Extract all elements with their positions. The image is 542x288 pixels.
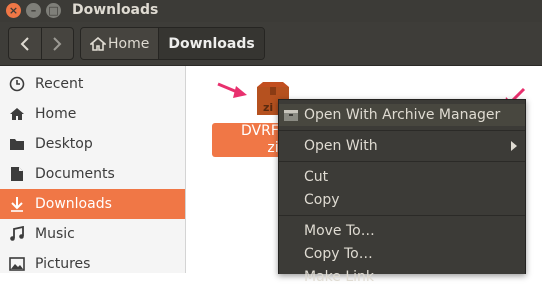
menu-item-label: Make Link: [304, 269, 374, 285]
menu-item-label: Open With Archive Manager: [304, 107, 501, 123]
sidebar-item-label: Music: [35, 226, 75, 242]
chevron-left-icon: [20, 36, 29, 51]
window-title: Downloads: [72, 2, 159, 18]
menu-item-copy-to[interactable]: Copy To…: [279, 243, 525, 265]
sidebar-item-downloads[interactable]: Downloads: [0, 189, 185, 219]
toolbar: Home Downloads: [0, 22, 542, 66]
sidebar-item-label: Desktop: [35, 136, 93, 152]
menu-separator: [279, 130, 525, 131]
home-icon: [8, 105, 26, 123]
music-icon: [8, 225, 26, 243]
sidebar-item-label: Documents: [35, 166, 115, 182]
annotation-arrow-icon: [217, 82, 247, 98]
context-menu: Open With Archive Manager Open With Cut …: [278, 99, 526, 285]
sidebar-item-documents[interactable]: Documents: [0, 159, 185, 189]
menu-item-make-link[interactable]: Make Link: [279, 266, 525, 288]
menu-item-label: Copy: [304, 192, 340, 208]
menu-separator: [279, 161, 525, 162]
sidebar-item-music[interactable]: Music: [0, 219, 185, 249]
minimize-window-button[interactable]: –: [26, 3, 41, 18]
maximize-window-button[interactable]: □: [46, 3, 61, 18]
back-button[interactable]: [9, 28, 41, 59]
clock-icon: [8, 75, 26, 93]
submenu-arrow-icon: [511, 141, 517, 151]
picture-icon: [8, 255, 26, 273]
archive-manager-icon: [284, 110, 298, 121]
document-icon: [8, 165, 26, 183]
breadcrumb-downloads-label: Downloads: [168, 35, 255, 52]
menu-item-label: Move To…: [304, 223, 375, 239]
chevron-right-icon: [53, 36, 62, 51]
zip-archive-icon-text: zi: [263, 101, 273, 114]
sidebar: Recent Home Desktop Documents Downloads …: [0, 66, 186, 273]
menu-separator: [279, 215, 525, 216]
sidebar-item-label: Downloads: [35, 196, 112, 212]
forward-button[interactable]: [40, 28, 74, 59]
breadcrumb-downloads[interactable]: Downloads: [158, 28, 264, 59]
breadcrumb-home-label: Home: [108, 35, 150, 52]
nav-buttons: [8, 27, 74, 60]
menu-item-open-with[interactable]: Open With: [279, 135, 525, 157]
menu-item-copy[interactable]: Copy: [279, 189, 525, 211]
menu-item-label: Cut: [304, 169, 329, 185]
sidebar-item-label: Recent: [35, 76, 84, 92]
sidebar-item-recent[interactable]: Recent: [0, 69, 185, 99]
close-window-button[interactable]: ×: [6, 3, 21, 18]
breadcrumb: Home Downloads: [80, 27, 265, 60]
sidebar-item-label: Pictures: [35, 256, 91, 272]
title-bar: × – □ Downloads: [0, 0, 542, 22]
sidebar-item-label: Home: [35, 106, 77, 122]
menu-item-label: Open With: [304, 138, 378, 154]
sidebar-item-desktop[interactable]: Desktop: [0, 129, 185, 159]
home-icon: [90, 36, 106, 51]
sidebar-item-home[interactable]: Home: [0, 99, 185, 129]
menu-item-cut[interactable]: Cut: [279, 166, 525, 188]
folder-icon: [8, 135, 26, 153]
sidebar-item-pictures[interactable]: Pictures: [0, 249, 185, 279]
menu-item-open-with-archive-manager[interactable]: Open With Archive Manager: [279, 104, 525, 126]
menu-item-label: Copy To…: [304, 246, 373, 262]
download-icon: [8, 195, 26, 213]
menu-item-move-to[interactable]: Move To…: [279, 220, 525, 242]
breadcrumb-home[interactable]: Home: [81, 28, 159, 59]
